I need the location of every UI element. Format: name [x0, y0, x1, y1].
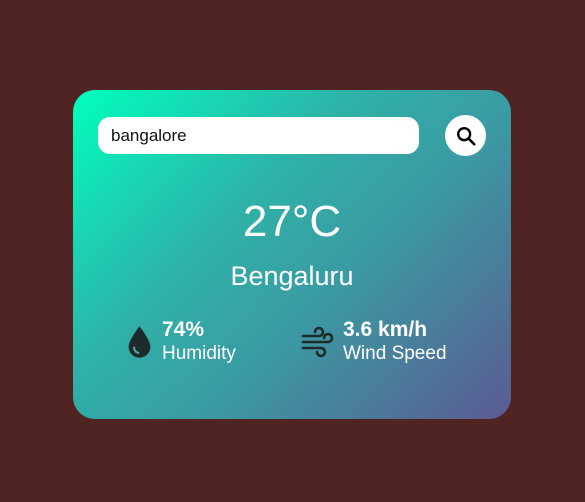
wind-value: 3.6 km/h [343, 318, 428, 341]
city-name: Bengaluru [230, 261, 354, 291]
humidity-detail: 74% Humidity [125, 318, 236, 366]
search-button[interactable] [445, 115, 486, 156]
weather-card: 27°C Bengaluru 74% Humidity 3.6 km/h Win… [73, 90, 511, 419]
search-icon [456, 126, 476, 146]
humidity-label: Humidity [162, 343, 236, 364]
wind-label: Wind Speed [343, 343, 447, 364]
humidity-icon [125, 325, 154, 359]
search-input[interactable] [98, 117, 419, 154]
wind-icon [301, 325, 335, 359]
wind-detail: 3.6 km/h Wind Speed [301, 318, 447, 366]
humidity-value: 74% [162, 318, 205, 341]
temperature: 27°C [242, 197, 342, 246]
